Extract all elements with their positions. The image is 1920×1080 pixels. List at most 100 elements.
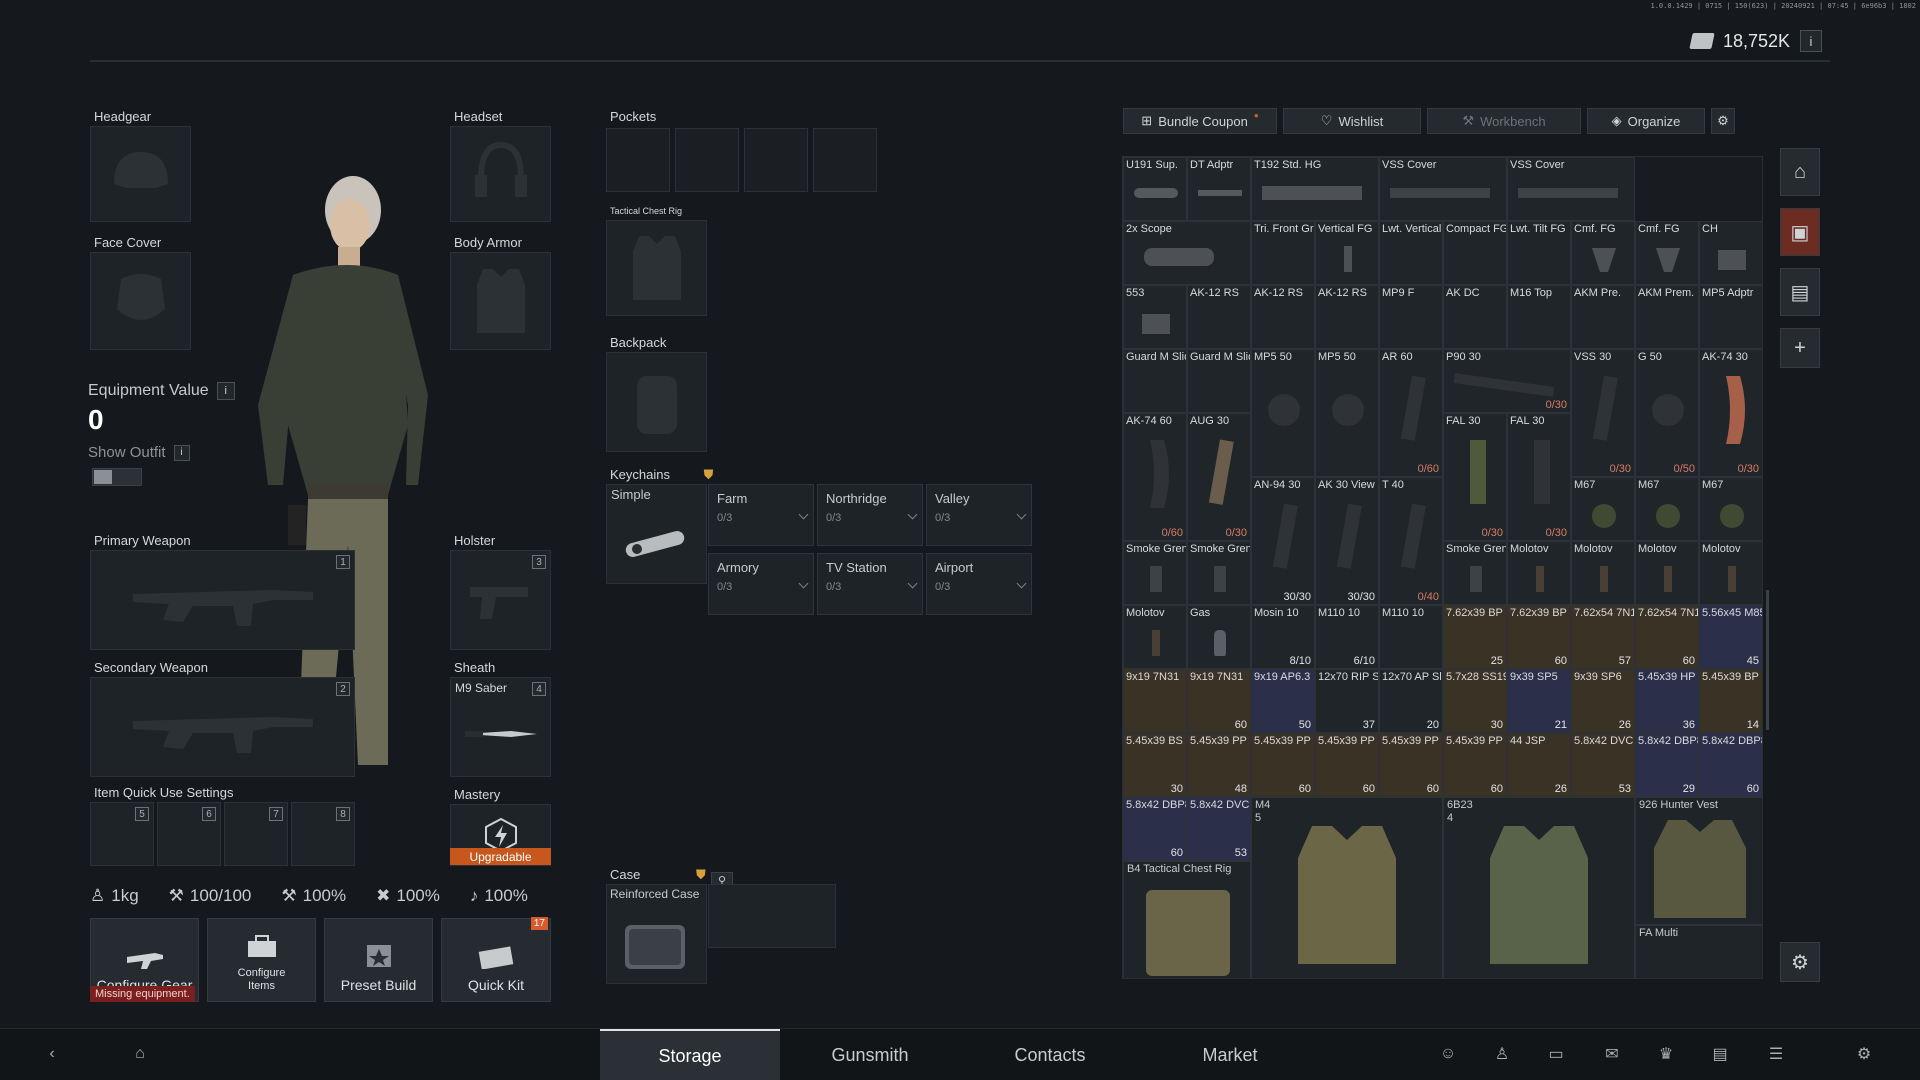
trophy-icon[interactable]: ♛ (1654, 1043, 1678, 1065)
storage-item[interactable]: Smoke Gren. (1443, 541, 1507, 605)
storage-item[interactable]: AN-94 30 30/30 (1251, 477, 1315, 605)
quick-slot-5[interactable]: 5 (90, 802, 154, 866)
storage-item[interactable]: Molotov (1635, 541, 1699, 605)
pocket-slot[interactable] (606, 128, 670, 192)
keychain-option-tv-station[interactable]: TV Station 0/3 (817, 553, 923, 615)
tab-gunsmith[interactable]: Gunsmith (780, 1029, 960, 1080)
ammo-item[interactable]: 9x19 AP6.3 50 (1251, 669, 1315, 733)
storage-item[interactable]: FAL 30 0/30 (1507, 413, 1571, 541)
storage-item[interactable]: M110 10 (1379, 605, 1443, 669)
storage-item[interactable]: AK DC (1443, 285, 1507, 349)
storage-item[interactable]: Molotov (1123, 605, 1187, 669)
pocket-slot[interactable] (813, 128, 877, 192)
add-storage-button[interactable]: + (1780, 328, 1820, 368)
chest-rig-item-b4[interactable]: B4 Tactical Chest Rig (1123, 861, 1251, 978)
show-outfit-info[interactable]: i (173, 444, 190, 461)
storage-item[interactable]: Vertical FG (1315, 221, 1379, 285)
storage-scrollbar[interactable] (1766, 590, 1769, 730)
ammo-item[interactable]: 5.8x42 DBP87 60 (1699, 733, 1762, 797)
ammo-item[interactable]: 5.8x42 DBP87 29 (1635, 733, 1699, 797)
ammo-item[interactable]: 9x39 SP6 26 (1571, 669, 1635, 733)
home-icon[interactable]: ⌂ (128, 1043, 152, 1065)
ammo-item[interactable]: 7.62x54 7N1 60 (1635, 605, 1699, 669)
secondary-weapon-slot[interactable]: Secondary Weapon 2 (90, 659, 355, 777)
currency-info-button[interactable]: i (1800, 30, 1822, 52)
storage-item[interactable]: Gas (1187, 605, 1251, 669)
configure-items-button[interactable]: Configure Items (207, 918, 316, 1002)
mail-icon[interactable]: ✉ (1600, 1043, 1624, 1065)
storage-item[interactable]: Guard M Slide (1123, 349, 1187, 413)
friends-icon[interactable]: ☺ (1436, 1043, 1460, 1065)
workbench-button[interactable]: ⚒ Workbench (1427, 108, 1581, 134)
storage-item[interactable]: Cmf. FG (1571, 221, 1635, 285)
storage-item[interactable]: T 40 0/40 (1379, 477, 1443, 605)
storage-item[interactable]: AK-12 RS (1315, 285, 1379, 349)
storage-item[interactable]: AR 60 0/60 (1379, 349, 1443, 477)
storage-item[interactable]: VSS Cover (1507, 157, 1635, 221)
ammo-item[interactable]: 5.8x42 DVC12 53 (1571, 733, 1635, 797)
storage-item[interactable]: Smoke Gren. (1187, 541, 1251, 605)
storage-item[interactable]: VSS Cover (1379, 157, 1507, 221)
tab-market[interactable]: Market (1140, 1029, 1320, 1080)
keychain-option-armory[interactable]: Armory 0/3 (708, 553, 814, 615)
gear-icon[interactable]: ⚙ (1852, 1043, 1876, 1065)
quick-slot-7[interactable]: 7 (224, 802, 288, 866)
case-slot[interactable]: Case ⛊ Reinforced Case (606, 866, 707, 984)
keychain-option-valley[interactable]: Valley 0/3 (926, 484, 1032, 546)
ammo-item[interactable]: 5.45x39 HP 36 (1635, 669, 1699, 733)
keychain-option-airport[interactable]: Airport 0/3 (926, 553, 1032, 615)
ammo-item[interactable]: 7.62x39 BP 25 (1443, 605, 1507, 669)
ammo-item[interactable]: 12x70 AP Slug 20 (1379, 669, 1443, 733)
wishlist-button[interactable]: ♡ Wishlist (1283, 108, 1421, 134)
storage-item[interactable]: Mosin 10 8/10 (1251, 605, 1315, 669)
storage-item[interactable]: DT Adptr (1187, 157, 1251, 221)
storage-item[interactable]: AK-74 60 0/60 (1123, 413, 1187, 541)
storage-item[interactable]: Lwt. Tilt FG (1507, 221, 1571, 285)
pocket-slot[interactable] (744, 128, 808, 192)
case-storage-slot[interactable] (708, 884, 836, 948)
storage-item[interactable]: AKM Prem. Fl. (1635, 285, 1699, 349)
back-icon[interactable]: ‹ (40, 1043, 64, 1065)
quick-kit-button[interactable]: 17 Quick Kit (441, 917, 551, 1002)
storage-item[interactable]: Guard M Slide (1187, 349, 1251, 413)
ammo-item[interactable]: 5.45x39 BS 30 (1123, 733, 1187, 797)
storage-item[interactable]: G 50 0/50 (1635, 349, 1699, 477)
headset-slot[interactable]: Headset (450, 108, 551, 222)
face-cover-slot[interactable]: Face Cover (90, 234, 191, 350)
case-storage-button[interactable]: ▤ (1780, 268, 1820, 316)
ammo-item[interactable]: 5.45x39 BP 14 (1699, 669, 1762, 733)
preset-build-button[interactable]: Preset Build (324, 918, 433, 1002)
storage-item[interactable]: M16 Top (1507, 285, 1571, 349)
equipment-value-info[interactable]: i (216, 382, 235, 400)
primary-weapon-slot[interactable]: Primary Weapon 1 (90, 532, 355, 650)
storage-item[interactable]: AK-74 30 0/30 (1699, 349, 1762, 477)
ammo-item[interactable]: 7.62x54 7N1 57 (1571, 605, 1635, 669)
ammo-item[interactable]: 5.45x39 PP 60 (1315, 733, 1379, 797)
storage-item[interactable]: 553 (1123, 285, 1187, 349)
ammo-item[interactable]: 5.8x42 DBP87 60 (1123, 797, 1187, 861)
ammo-item[interactable]: 44 JSP 26 (1507, 733, 1571, 797)
storage-item[interactable]: VSS 30 0/30 (1571, 349, 1635, 477)
home-storage-button[interactable]: ⌂ (1780, 148, 1820, 196)
storage-item[interactable]: Compact FG (1443, 221, 1507, 285)
storage-item[interactable]: Molotov (1507, 541, 1571, 605)
storage-item[interactable]: Cmf. FG (1635, 221, 1699, 285)
ammo-item[interactable]: 12x70 RIP Slug 37 (1315, 669, 1379, 733)
list-icon[interactable]: ☰ (1764, 1043, 1788, 1065)
ammo-item[interactable]: 7.62x39 BP 60 (1507, 605, 1571, 669)
storage-extra-button[interactable]: ⚙ (1780, 942, 1820, 982)
storage-item[interactable]: T192 Std. HG (1251, 157, 1379, 221)
tab-storage[interactable]: Storage (600, 1029, 780, 1080)
storage-item[interactable]: MP5 50 (1315, 349, 1379, 477)
sheath-slot[interactable]: Sheath 4 M9 Saber (450, 659, 551, 777)
headgear-slot[interactable]: Headgear (90, 108, 191, 222)
chat-icon[interactable]: ▭ (1544, 1043, 1568, 1065)
holster-slot[interactable]: Holster 3 (450, 532, 551, 650)
storage-item[interactable]: FAL 30 0/30 (1443, 413, 1507, 541)
ammo-item[interactable]: 5.56x45 M855 45 (1699, 605, 1762, 669)
ammo-item[interactable]: 5.45x39 PP 60 (1379, 733, 1443, 797)
item-fa-multi[interactable]: FA Multi (1635, 925, 1762, 978)
storage-item[interactable]: 2x Scope (1123, 221, 1251, 285)
storage-item[interactable]: AK 30 View 30/30 (1315, 477, 1379, 605)
ammo-item[interactable]: 9x19 7N31 (1123, 669, 1187, 733)
